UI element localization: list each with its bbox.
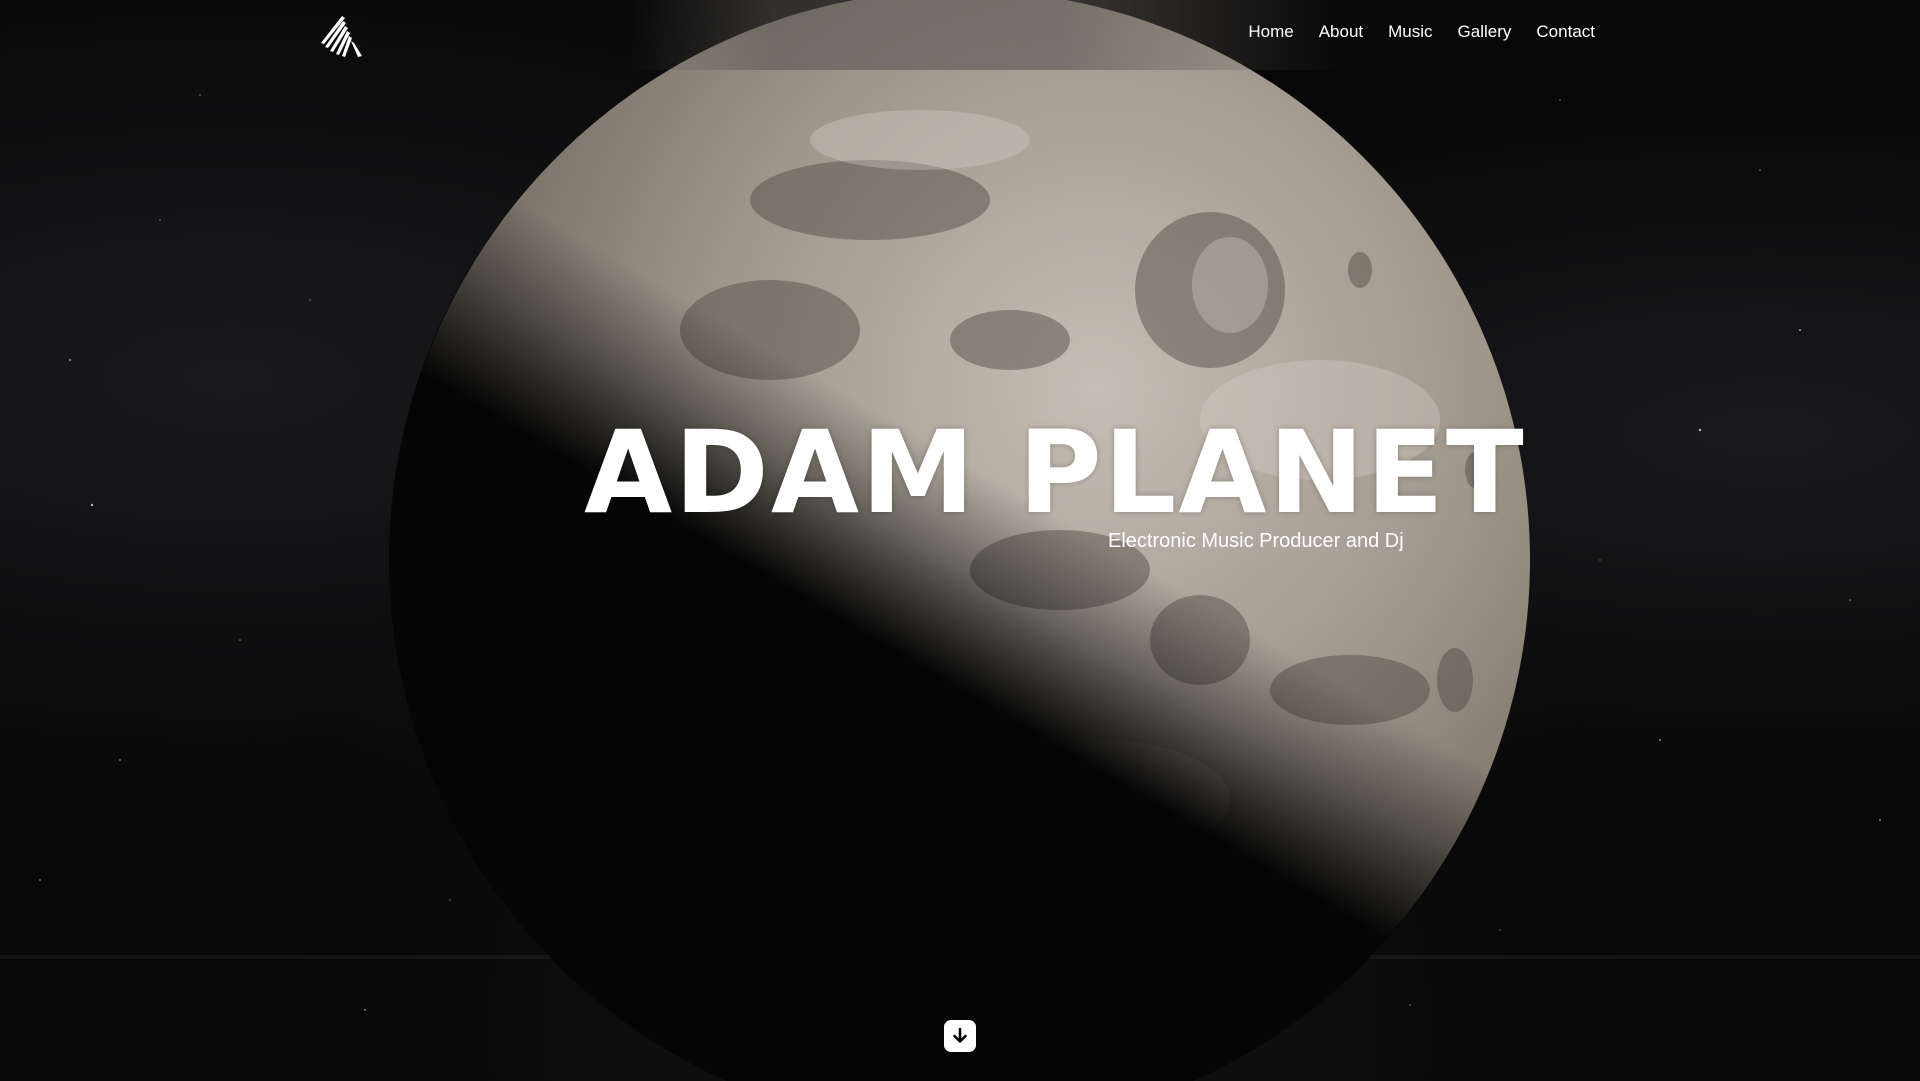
nav-link-contact[interactable]: Contact <box>1536 22 1595 42</box>
nav-link-home[interactable]: Home <box>1248 22 1293 42</box>
navbar-backdrop <box>630 0 1350 70</box>
page: Home About Music Gallery Contact ADAM PL… <box>0 0 1920 1081</box>
hero-subtitle: Electronic Music Producer and Dj <box>1108 530 1404 552</box>
nav-link-about[interactable]: About <box>1319 22 1363 42</box>
top-navbar: Home About Music Gallery Contact <box>0 0 1920 70</box>
hero-title: ADAM PLANET <box>584 406 1526 539</box>
nav-link-music[interactable]: Music <box>1388 22 1432 42</box>
moon-illustration <box>389 0 1531 1081</box>
main-nav: Home About Music Gallery Contact <box>1248 22 1595 42</box>
nav-link-gallery[interactable]: Gallery <box>1458 22 1512 42</box>
triangle-logo-icon[interactable] <box>318 14 364 58</box>
arrow-down-icon <box>953 1027 967 1043</box>
scroll-down-button[interactable] <box>944 1020 976 1052</box>
